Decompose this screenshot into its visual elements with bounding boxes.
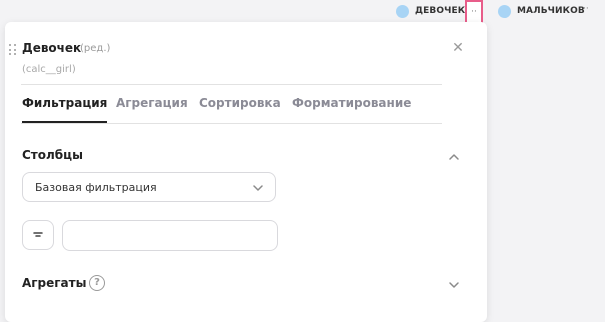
- legend-item-boys[interactable]: МАЛЬЧИКОВ: [498, 3, 585, 19]
- tab-sorting[interactable]: Сортировка: [199, 95, 281, 123]
- drag-handle-icon[interactable]: [9, 44, 17, 56]
- filter-icon: [33, 232, 43, 237]
- legend-item-girls[interactable]: ДЕВОЧЕК: [396, 3, 465, 19]
- filter-operator-button[interactable]: [22, 220, 54, 250]
- chevron-down-icon: [251, 180, 265, 194]
- chevron-up-icon[interactable]: [447, 149, 461, 163]
- chart-legend: ДЕВОЧЕК ·· МАЛЬЧИКОВ ··: [0, 0, 605, 25]
- columns-section-title: Столбцы: [22, 148, 83, 162]
- filter-value-input[interactable]: [62, 220, 278, 251]
- more-options-button[interactable]: ··: [583, 4, 589, 14]
- column-id-label: (calc__girl): [22, 64, 76, 75]
- tab-formatting[interactable]: Форматирование: [292, 95, 411, 123]
- column-settings-panel: Девочек (ред.) (calc__girl) ✕ Фильтрация…: [5, 22, 487, 322]
- aggregates-section-title: Агрегаты: [22, 276, 87, 290]
- edit-title-link[interactable]: (ред.): [80, 43, 110, 54]
- panel-title: Девочек: [22, 41, 82, 55]
- legend-color-dot: [396, 4, 409, 18]
- close-icon[interactable]: ✕: [450, 40, 466, 56]
- tab-aggregation[interactable]: Агрегация: [116, 95, 188, 123]
- select-value: Базовая фильтрация: [35, 181, 157, 194]
- tab-filtering[interactable]: Фильтрация: [22, 95, 108, 123]
- help-icon[interactable]: ?: [89, 275, 105, 291]
- more-dots-icon: ··: [471, 7, 477, 17]
- chevron-down-icon[interactable]: [447, 277, 461, 291]
- filter-type-select[interactable]: Базовая фильтрация: [22, 172, 276, 202]
- divider: [21, 123, 442, 124]
- legend-label: МАЛЬЧИКОВ: [517, 6, 585, 16]
- divider: [21, 84, 442, 85]
- legend-color-dot: [498, 4, 511, 18]
- legend-label: ДЕВОЧЕК: [415, 6, 466, 16]
